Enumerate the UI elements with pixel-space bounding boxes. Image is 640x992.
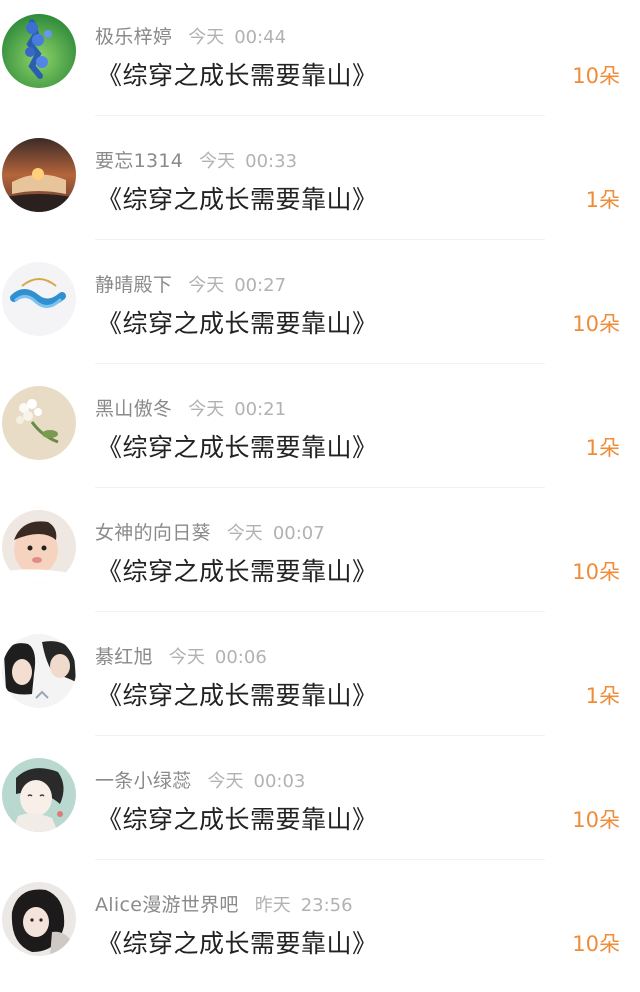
book-title[interactable]: 《综穿之成长需要靠山》	[97, 56, 378, 92]
entry-meta: 黑山傲冬 今天 00:21	[95, 394, 286, 420]
baby-avatar-icon[interactable]	[2, 510, 76, 584]
gift-count: 1朵	[585, 188, 620, 212]
entry-meta: 綦红旭 今天 00:06	[95, 642, 267, 668]
entry-day: 今天	[168, 647, 205, 668]
entry-meta: 要忘1314 今天 00:33	[95, 146, 297, 172]
row-divider	[95, 859, 545, 860]
entry-day: 今天	[188, 275, 225, 296]
username[interactable]: 黑山傲冬	[95, 398, 172, 420]
row-divider	[95, 735, 545, 736]
row-divider	[95, 487, 545, 488]
entry-meta: 女神的向日葵 今天 00:07	[95, 518, 325, 544]
gift-count: 10朵	[572, 560, 620, 584]
list-item[interactable]: 静晴殿下 今天 00:27 《综穿之成长需要靠山》 10朵	[0, 248, 640, 372]
row-divider	[95, 611, 545, 612]
sunset-hand-avatar-icon[interactable]	[2, 138, 76, 212]
username[interactable]: 静晴殿下	[95, 274, 172, 296]
gift-count: 10朵	[572, 808, 620, 832]
entry-day: 今天	[199, 151, 236, 172]
gift-count: 10朵	[572, 312, 620, 336]
book-title[interactable]: 《综穿之成长需要靠山》	[97, 924, 378, 960]
entry-time: 00:21	[234, 399, 287, 420]
entry-meta: 极乐梓婷 今天 00:44	[95, 22, 286, 48]
username[interactable]: Alice漫游世界吧	[95, 894, 239, 916]
entry-day: 今天	[226, 523, 263, 544]
book-title[interactable]: 《综穿之成长需要靠山》	[97, 180, 378, 216]
entry-day: 今天	[188, 399, 225, 420]
list-item[interactable]: 极乐梓婷 今天 00:44 《综穿之成长需要靠山》 10朵	[0, 0, 640, 124]
entry-meta: Alice漫游世界吧 昨天 23:56	[95, 890, 353, 916]
gift-record-list: 极乐梓婷 今天 00:44 《综穿之成长需要靠山》 10朵 要忘1314 今天 00:3…	[0, 0, 640, 963]
entry-day: 今天	[207, 771, 244, 792]
username[interactable]: 要忘1314	[95, 150, 183, 172]
list-item[interactable]: 要忘1314 今天 00:33 《综穿之成长需要靠山》 1朵	[0, 124, 640, 248]
book-title[interactable]: 《综穿之成长需要靠山》	[97, 552, 378, 588]
list-item[interactable]: 黑山傲冬 今天 00:21 《综穿之成长需要靠山》 1朵	[0, 372, 640, 496]
book-title[interactable]: 《综穿之成长需要靠山》	[97, 304, 378, 340]
entry-meta: 一条小绿蕊 今天 00:03	[95, 766, 305, 792]
username[interactable]: 女神的向日葵	[95, 522, 211, 544]
gift-count: 10朵	[572, 64, 620, 88]
username[interactable]: 一条小绿蕊	[95, 770, 192, 792]
list-item[interactable]: 綦红旭 今天 00:06 《综穿之成长需要靠山》 1朵	[0, 620, 640, 744]
entry-time: 00:03	[253, 771, 306, 792]
row-divider	[95, 239, 545, 240]
book-title[interactable]: 《综穿之成长需要靠山》	[97, 428, 378, 464]
entry-time: 00:44	[234, 27, 287, 48]
entry-time: 00:07	[272, 523, 325, 544]
entry-day: 昨天	[254, 895, 291, 916]
book-title[interactable]: 《综穿之成长需要靠山》	[97, 676, 378, 712]
row-divider	[95, 363, 545, 364]
list-item[interactable]: Alice漫游世界吧 昨天 23:56 《综穿之成长需要靠山》 10朵	[0, 868, 640, 992]
couple-avatar-icon[interactable]	[2, 634, 76, 708]
book-title[interactable]: 《综穿之成长需要靠山》	[97, 800, 378, 836]
white-flowers-avatar-icon[interactable]	[2, 386, 76, 460]
list-item[interactable]: 女神的向日葵 今天 00:07 《综穿之成长需要靠山》 10朵	[0, 496, 640, 620]
entry-time: 23:56	[300, 895, 353, 916]
dark-hair-girl-avatar-icon[interactable]	[2, 882, 76, 956]
username[interactable]: 綦红旭	[95, 646, 153, 668]
entry-time: 00:27	[234, 275, 287, 296]
list-item[interactable]: 一条小绿蕊 今天 00:03 《综穿之成长需要靠山》 10朵	[0, 744, 640, 868]
bracelet-avatar-icon[interactable]	[2, 262, 76, 336]
gift-count: 1朵	[585, 684, 620, 708]
gift-count: 10朵	[572, 932, 620, 956]
username[interactable]: 极乐梓婷	[95, 26, 172, 48]
entry-day: 今天	[188, 27, 225, 48]
entry-time: 00:33	[245, 151, 298, 172]
gift-count: 1朵	[585, 436, 620, 460]
row-divider	[95, 115, 545, 116]
entry-time: 00:06	[214, 647, 267, 668]
drawn-girl-avatar-icon[interactable]	[2, 758, 76, 832]
entry-meta: 静晴殿下 今天 00:27	[95, 270, 286, 296]
blue-flower-avatar-icon[interactable]	[2, 14, 76, 88]
